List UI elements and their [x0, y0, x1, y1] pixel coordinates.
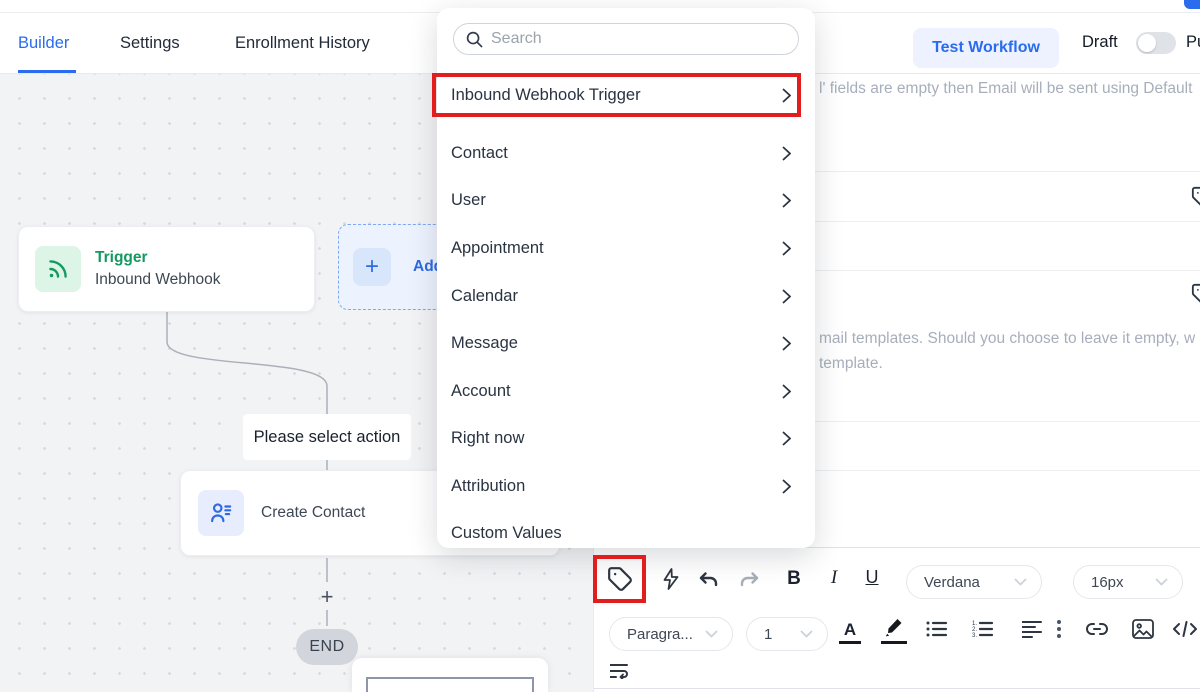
search-icon [466, 31, 483, 48]
font-family-value: Verdana [924, 574, 980, 591]
align-text-icon[interactable] [1022, 620, 1042, 638]
chevron-down-icon [705, 630, 718, 638]
select-action-placeholder: Please select action [243, 414, 411, 460]
bold-button[interactable]: B [782, 568, 806, 590]
workflow-builder-app: Trigger Inbound Webhook + Add Please sel… [0, 0, 1200, 692]
custom-values-tag-icon[interactable] [1191, 283, 1200, 305]
lightning-icon[interactable] [659, 567, 683, 591]
underline-button[interactable]: U [860, 567, 884, 588]
end-node: END [296, 629, 358, 665]
plus-icon[interactable]: + [353, 248, 391, 286]
helper-text-template-line2: template. [819, 351, 1195, 376]
add-step-plus-icon[interactable]: + [313, 586, 341, 608]
menu-item-contact[interactable]: Contact [437, 131, 815, 175]
annotation-box-tag-icon [593, 555, 646, 603]
chevron-right-icon [782, 241, 791, 256]
numbered-list-icon[interactable]: 1. 2. 3. [972, 620, 994, 638]
editor-bottom-divider [594, 688, 1200, 689]
menu-item-account[interactable]: Account [437, 369, 815, 413]
inbound-webhook-icon [35, 246, 81, 292]
menu-item-label: Calendar [451, 287, 518, 306]
top-blue-button-fragment [1184, 0, 1200, 9]
draft-label: Draft [1082, 33, 1118, 52]
active-tab-underline [18, 70, 76, 73]
create-contact-icon [198, 490, 244, 536]
menu-item-appointment[interactable]: Appointment [437, 226, 815, 270]
bottom-popup-card [352, 658, 548, 692]
chevron-right-icon [782, 479, 791, 494]
more-options-icon[interactable] [1056, 619, 1062, 639]
trigger-node[interactable]: Trigger Inbound Webhook [18, 226, 315, 312]
menu-item-attribution[interactable]: Attribution [437, 464, 815, 508]
menu-item-custom-values[interactable]: Custom Values [437, 511, 815, 555]
redo-icon[interactable] [737, 569, 761, 593]
svg-text:3.: 3. [972, 633, 977, 638]
helper-text-template-line1: mail templates. Should you choose to lea… [819, 326, 1195, 351]
font-size-select[interactable]: 16px [1073, 565, 1183, 599]
menu-item-label: Message [451, 334, 518, 353]
trigger-node-title: Trigger [95, 249, 221, 267]
paragraph-style-select[interactable]: Paragra... [609, 617, 733, 651]
field-divider [813, 171, 1200, 172]
bottom-popup-field[interactable] [366, 677, 534, 692]
line-height-value: 1 [764, 626, 772, 643]
text-color-button[interactable]: A [839, 620, 861, 640]
test-workflow-button[interactable]: Test Workflow [913, 28, 1059, 68]
link-icon[interactable] [1085, 621, 1109, 637]
menu-item-label: Custom Values [451, 524, 562, 543]
annotation-box-inbound-webhook [432, 73, 801, 117]
chevron-right-icon [782, 146, 791, 161]
highlight-color-button[interactable] [883, 618, 905, 638]
chevron-right-icon [782, 336, 791, 351]
menu-item-label: Contact [451, 144, 508, 163]
chevron-down-icon [800, 630, 813, 638]
toggle-knob [1138, 34, 1156, 52]
italic-button[interactable]: I [822, 567, 846, 589]
chevron-right-icon [782, 431, 791, 446]
chevron-right-icon [782, 384, 791, 399]
helper-text-template: mail templates. Should you choose to lea… [819, 326, 1195, 376]
publish-label: Pu [1186, 33, 1200, 52]
font-family-select[interactable]: Verdana [906, 565, 1042, 599]
menu-item-right-now[interactable]: Right now [437, 416, 815, 460]
menu-item-user[interactable]: User [437, 178, 815, 222]
chevron-right-icon [782, 289, 791, 304]
tab-builder[interactable]: Builder [18, 13, 69, 73]
field-divider [813, 470, 1200, 471]
helper-text-default-email: l' fields are empty then Email will be s… [819, 80, 1192, 98]
menu-item-label: Account [451, 382, 511, 401]
line-height-select[interactable]: 1 [746, 617, 828, 651]
highlight-color-bar [881, 641, 907, 644]
publish-toggle[interactable] [1136, 32, 1176, 54]
menu-item-label: User [451, 191, 486, 210]
undo-icon[interactable] [697, 569, 721, 593]
trigger-node-subtitle: Inbound Webhook [95, 271, 221, 289]
menu-item-label: Attribution [451, 477, 525, 496]
tab-enrollment-history[interactable]: Enrollment History [235, 13, 370, 73]
chevron-down-icon [1014, 578, 1027, 586]
menu-item-label: Right now [451, 429, 524, 448]
font-size-value: 16px [1091, 574, 1124, 591]
bullet-list-icon[interactable] [926, 620, 948, 638]
menu-item-label: Appointment [451, 239, 544, 258]
custom-values-tag-icon[interactable] [1191, 186, 1200, 208]
field-divider [813, 421, 1200, 422]
text-wrap-icon[interactable] [610, 663, 630, 679]
search-input[interactable] [491, 30, 798, 48]
tab-settings[interactable]: Settings [120, 13, 180, 73]
field-divider [813, 221, 1200, 222]
text-color-bar [839, 641, 861, 644]
code-icon[interactable] [1172, 620, 1198, 638]
menu-item-calendar[interactable]: Calendar [437, 274, 815, 318]
image-icon[interactable] [1132, 619, 1154, 639]
search-field[interactable] [453, 23, 799, 55]
create-contact-label: Create Contact [261, 504, 365, 522]
chevron-down-icon [1155, 578, 1168, 586]
menu-item-message[interactable]: Message [437, 321, 815, 365]
chevron-right-icon [782, 193, 791, 208]
field-divider [813, 270, 1200, 271]
paragraph-style-value: Paragra... [627, 626, 693, 643]
